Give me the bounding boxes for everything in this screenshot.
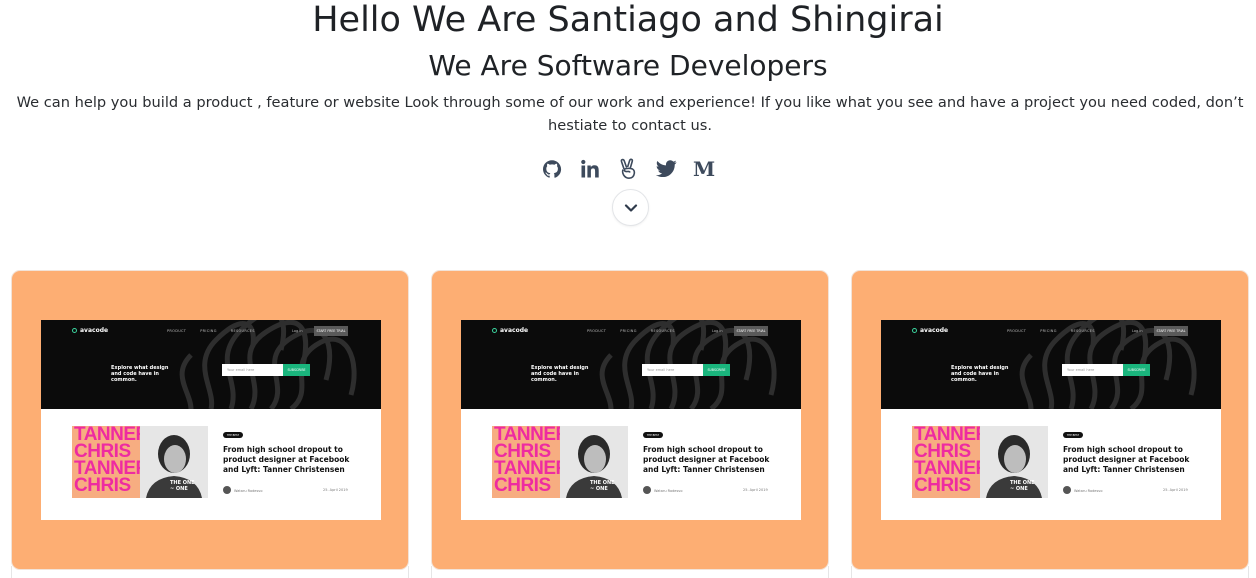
project-card[interactable]: avacode PRODUCT PRICING RESOURCES Log in S… [851, 270, 1249, 570]
project-screenshot: avacode PRODUCT PRICING RESOURCES Log in S… [41, 320, 381, 520]
preview-header: avacode PRODUCT PRICING RESOURCES Log in S… [881, 320, 1221, 409]
social-links: M [0, 154, 1256, 186]
chevron-down-icon [624, 203, 637, 212]
page-subtitle: We Are Software Developers [428, 49, 828, 82]
project-cards: avacode PRODUCT PRICING RESOURCES Log in S… [11, 270, 1249, 578]
preview-header: avacode PRODUCT PRICING RESOURCES Log in S… [41, 320, 381, 409]
medium-icon[interactable]: M [693, 154, 715, 184]
page-title: Hello We Are Santiago and Shingirai [312, 0, 944, 40]
angellist-icon[interactable] [617, 154, 639, 184]
linkedin-icon[interactable] [579, 154, 601, 184]
project-card[interactable]: avacode PRODUCT PRICING RESOURCES Log in S… [431, 270, 829, 570]
github-icon[interactable] [541, 154, 563, 184]
project-screenshot: avacode PRODUCT PRICING RESOURCES Log in S… [881, 320, 1221, 520]
scroll-down-button[interactable] [612, 189, 649, 226]
intro-text: We can help you build a product , featur… [16, 94, 1244, 134]
project-card[interactable]: avacode PRODUCT PRICING RESOURCES Log in S… [11, 270, 409, 570]
project-screenshot: avacode PRODUCT PRICING RESOURCES Log in S… [461, 320, 801, 520]
preview-header: avacode PRODUCT PRICING RESOURCES Log in S… [461, 320, 801, 409]
twitter-icon[interactable] [655, 154, 677, 184]
